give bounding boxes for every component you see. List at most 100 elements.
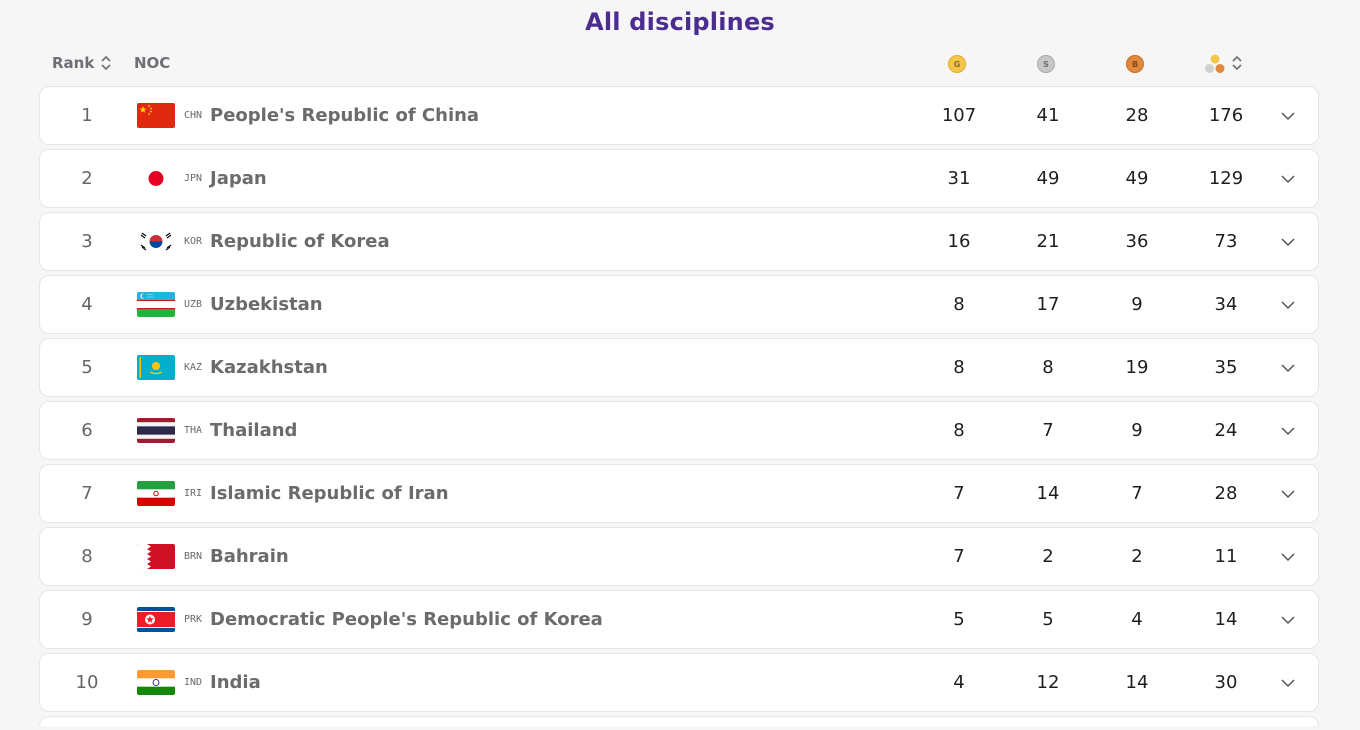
rank-cell: 4 <box>81 294 93 315</box>
bronze-count: 4 <box>1131 609 1143 630</box>
noc-code: JPN <box>184 173 203 184</box>
gold-count: 8 <box>953 357 965 378</box>
bronze-count: 7 <box>1131 483 1143 504</box>
total-count: 35 <box>1214 357 1238 378</box>
chevron-down-icon[interactable] <box>1279 359 1297 377</box>
silver-count: 7 <box>1042 420 1054 441</box>
rank-cell: 6 <box>81 420 93 441</box>
rank-cell: 2 <box>81 168 93 189</box>
noc-code: KOR <box>184 236 203 247</box>
gold-count: 8 <box>953 294 965 315</box>
chevron-down-icon[interactable] <box>1279 107 1297 125</box>
bronze-count: 2 <box>1131 546 1143 567</box>
noc-code: UZB <box>184 299 203 310</box>
table-row[interactable]: 6 THA Thailand 8 7 9 24 <box>39 401 1319 460</box>
country-name[interactable]: Republic of Korea <box>210 213 390 270</box>
bronze-medal-icon[interactable]: B <box>1126 55 1144 73</box>
table-row <box>39 716 1319 726</box>
table-row[interactable]: 3 KOR Republic of Korea 16 21 36 73 <box>39 212 1319 271</box>
medals-total-icon[interactable] <box>1204 53 1226 75</box>
country-name[interactable]: Democratic People's Republic of Korea <box>210 591 603 648</box>
table-row[interactable]: 10 IND India 4 12 14 30 <box>39 653 1319 712</box>
chevron-down-icon[interactable] <box>1279 548 1297 566</box>
chevron-down-icon[interactable] <box>1279 233 1297 251</box>
noc-code: IRI <box>184 488 203 499</box>
silver-count: 41 <box>1036 105 1060 126</box>
rank-sort-icon[interactable] <box>101 55 111 71</box>
table-row[interactable]: 4 UZB Uzbekistan 8 17 9 34 <box>39 275 1319 334</box>
silver-count: 12 <box>1036 672 1060 693</box>
chevron-down-icon[interactable] <box>1279 611 1297 629</box>
chevron-down-icon[interactable] <box>1279 422 1297 440</box>
gold-count: 7 <box>953 546 965 567</box>
table-row[interactable]: 7 IRI Islamic Republic of Iran 7 14 7 28 <box>39 464 1319 523</box>
gold-medal-icon[interactable]: G <box>948 55 966 73</box>
country-name[interactable]: People's Republic of China <box>210 87 479 144</box>
country-name[interactable]: Thailand <box>210 402 297 459</box>
rank-cell: 8 <box>81 546 93 567</box>
china-flag-icon <box>137 103 175 128</box>
table-row[interactable]: 8 BRN Bahrain 7 2 2 11 <box>39 527 1319 586</box>
chevron-down-icon[interactable] <box>1279 674 1297 692</box>
silver-count: 14 <box>1036 483 1060 504</box>
country-name[interactable]: Japan <box>210 150 267 207</box>
noc-code: CHN <box>184 110 203 121</box>
noc-code: PRK <box>184 614 203 625</box>
table-row[interactable]: 9 PRK Democratic People's Republic of Ko… <box>39 590 1319 649</box>
noc-code: THA <box>184 425 203 436</box>
bronze-count: 9 <box>1131 420 1143 441</box>
table-header: Rank NOC G S B <box>0 50 1360 78</box>
noc-code: BRN <box>184 551 203 562</box>
total-count: 73 <box>1214 231 1238 252</box>
silver-medal-icon[interactable]: S <box>1037 55 1055 73</box>
total-count: 34 <box>1214 294 1238 315</box>
country-name[interactable]: Islamic Republic of Iran <box>210 465 449 522</box>
gold-count: 4 <box>953 672 965 693</box>
rank-cell: 3 <box>81 231 93 252</box>
total-count: 129 <box>1208 168 1244 189</box>
country-name[interactable]: India <box>210 654 261 711</box>
bronze-count: 19 <box>1125 357 1149 378</box>
silver-count: 5 <box>1042 609 1054 630</box>
table-row[interactable]: 5 KAZ Kazakhstan 8 8 19 35 <box>39 338 1319 397</box>
dprk-flag-icon <box>137 607 175 632</box>
bronze-count: 49 <box>1125 168 1149 189</box>
iran-flag-icon <box>137 481 175 506</box>
total-count: 14 <box>1214 609 1238 630</box>
country-name[interactable]: Uzbekistan <box>210 276 323 333</box>
silver-count: 2 <box>1042 546 1054 567</box>
silver-count: 8 <box>1042 357 1054 378</box>
total-count: 11 <box>1214 546 1238 567</box>
total-count: 30 <box>1214 672 1238 693</box>
country-name[interactable]: Bahrain <box>210 528 289 585</box>
bronze-count: 9 <box>1131 294 1143 315</box>
rank-cell: 5 <box>81 357 93 378</box>
uzbekistan-flag-icon <box>137 292 175 317</box>
total-count: 28 <box>1214 483 1238 504</box>
table-row[interactable]: 1 CHN People's Republic of China 107 41 … <box>39 86 1319 145</box>
rank-header[interactable]: Rank <box>52 54 94 72</box>
japan-flag-icon <box>137 166 175 191</box>
page-title: All disciplines <box>585 8 775 36</box>
total-count: 176 <box>1208 105 1244 126</box>
bronze-count: 28 <box>1125 105 1149 126</box>
thailand-flag-icon <box>137 418 175 443</box>
korea-flag-icon <box>137 229 175 254</box>
chevron-down-icon[interactable] <box>1279 485 1297 503</box>
table-row[interactable]: 2 JPN Japan 31 49 49 129 <box>39 149 1319 208</box>
chevron-down-icon[interactable] <box>1279 296 1297 314</box>
rank-cell: 9 <box>81 609 93 630</box>
medal-table: 1 CHN People's Republic of China 107 41 … <box>39 86 1319 730</box>
kazakhstan-flag-icon <box>137 355 175 380</box>
gold-count: 7 <box>953 483 965 504</box>
bronze-count: 14 <box>1125 672 1149 693</box>
gold-count: 31 <box>947 168 971 189</box>
noc-code: IND <box>184 677 203 688</box>
silver-count: 21 <box>1036 231 1060 252</box>
chevron-down-icon[interactable] <box>1279 170 1297 188</box>
bahrain-flag-icon <box>137 544 175 569</box>
rank-cell: 7 <box>81 483 93 504</box>
gold-count: 5 <box>953 609 965 630</box>
country-name[interactable]: Kazakhstan <box>210 339 328 396</box>
total-sort-icon[interactable] <box>1232 55 1242 71</box>
